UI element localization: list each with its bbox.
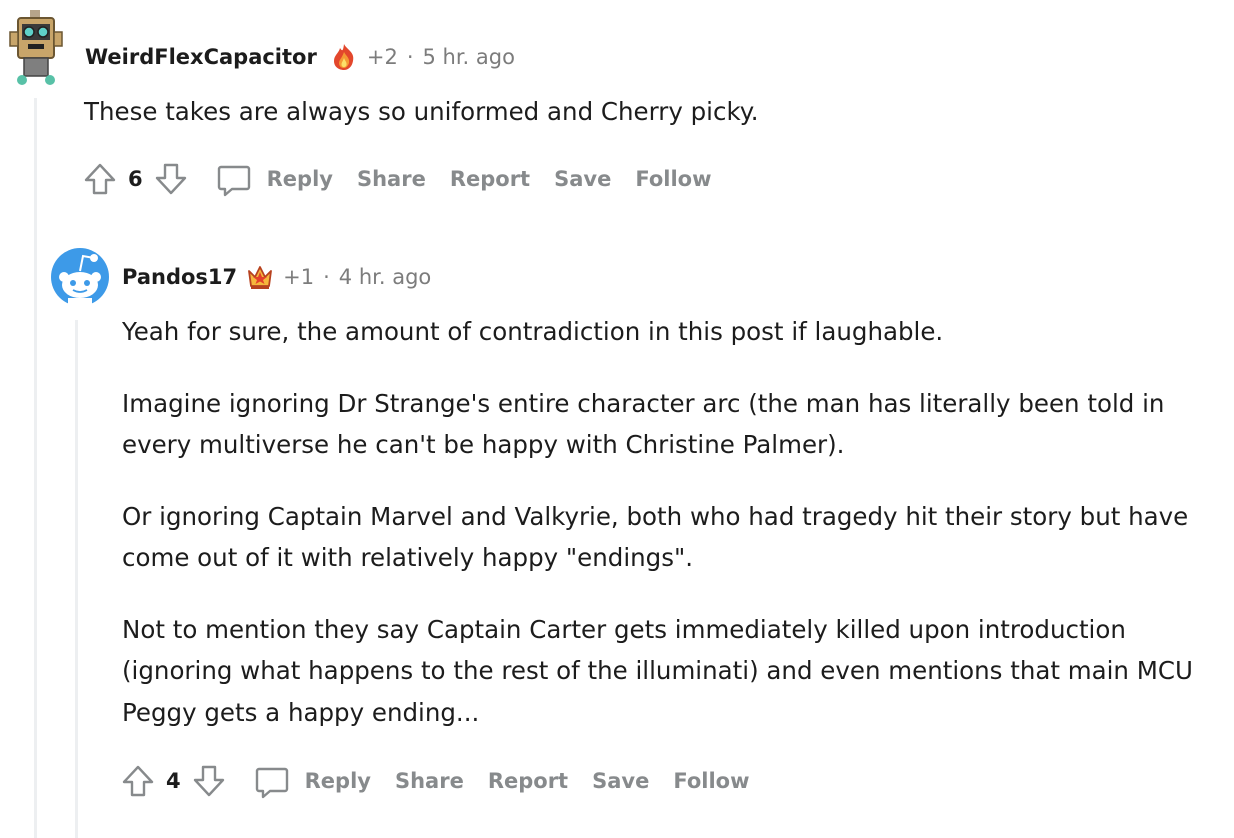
comment-actions: 6 Reply Share Report Save Follow (80, 158, 712, 200)
reply-label: Reply (304, 769, 371, 793)
award-count: +2 (366, 45, 398, 69)
comment-bubble-icon (217, 165, 250, 197)
comment-bubble-icon (255, 767, 288, 799)
avatar[interactable] (8, 10, 64, 86)
thread-line-reply[interactable] (75, 320, 78, 838)
comment-actions: 4 Reply Share Report Save Follow (118, 760, 750, 802)
share-button[interactable]: Share (395, 769, 464, 793)
username[interactable]: Pandos17 (122, 265, 237, 289)
downvote-icon[interactable] (189, 761, 229, 801)
robot-avatar-icon (9, 10, 63, 85)
share-button[interactable]: Share (357, 167, 426, 191)
comment-paragraph: Imagine ignoring Dr Strange's entire cha… (122, 388, 1165, 460)
report-button[interactable]: Report (450, 167, 530, 191)
reply-button[interactable]: Reply (215, 160, 333, 198)
reply-label: Reply (266, 167, 333, 191)
vote-score: 4 (166, 769, 181, 793)
comment-paragraph: Yeah for sure, the amount of contradicti… (122, 317, 944, 346)
fire-award-icon[interactable] (329, 42, 359, 72)
comment-paragraph: Not to mention they say Captain Carter g… (122, 614, 1193, 727)
timestamp[interactable]: 5 hr. ago (423, 45, 515, 69)
comment-body: These takes are always so uniformed and … (84, 91, 1214, 133)
award-count: +1 (283, 265, 315, 289)
username[interactable]: WeirdFlexCapacitor (85, 45, 317, 69)
follow-button[interactable]: Follow (635, 167, 711, 191)
reply-button[interactable]: Reply (253, 762, 371, 800)
vote-score: 6 (128, 167, 143, 191)
report-button[interactable]: Report (488, 769, 568, 793)
downvote-icon[interactable] (151, 159, 191, 199)
save-button[interactable]: Save (592, 769, 649, 793)
thread-line-root[interactable] (34, 98, 37, 838)
upvote-icon[interactable] (118, 761, 158, 801)
comment-paragraph: Or ignoring Captain Marvel and Valkyrie,… (122, 501, 1189, 573)
comment-paragraph: These takes are always so uniformed and … (84, 97, 759, 126)
comment-meta: Pandos17 +1 · 4 hr. ago (122, 260, 431, 294)
comment-meta: WeirdFlexCapacitor +2 · 5 hr. ago (85, 40, 515, 74)
crown-award-icon[interactable] (245, 262, 275, 292)
snoo-avatar-icon (51, 248, 109, 307)
save-button[interactable]: Save (554, 167, 611, 191)
upvote-icon[interactable] (80, 159, 120, 199)
separator: · (406, 45, 414, 69)
follow-button[interactable]: Follow (673, 769, 749, 793)
avatar[interactable] (50, 247, 110, 307)
timestamp[interactable]: 4 hr. ago (339, 265, 431, 289)
comment-body: Yeah for sure, the amount of contradicti… (122, 311, 1217, 733)
separator: · (323, 265, 330, 289)
